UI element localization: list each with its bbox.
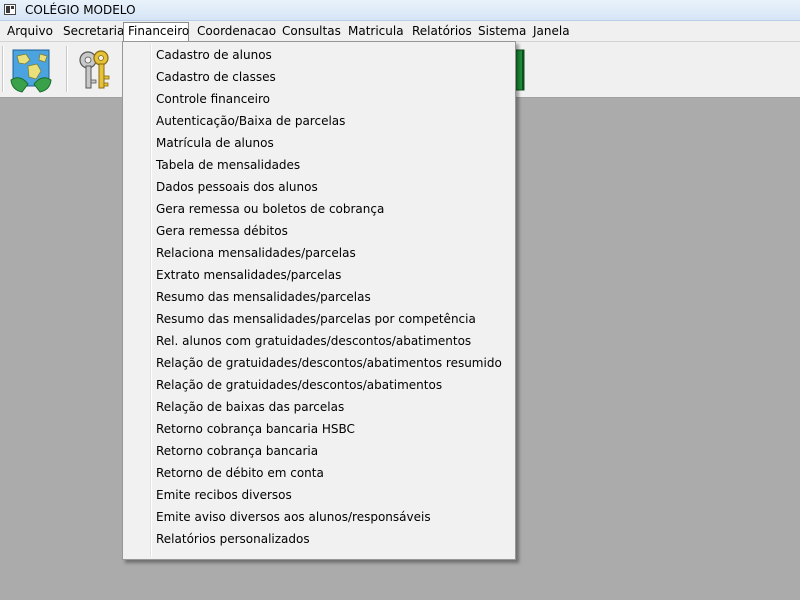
world-map-button[interactable] (6, 46, 58, 94)
menu-secretaria[interactable]: Secretaria (59, 22, 128, 41)
menu-option-emite-recibos[interactable]: Emite recibos diversos (125, 484, 513, 506)
menu-option-gera-remessa-boletos[interactable]: Gera remessa ou boletos de cobrança (125, 198, 513, 220)
menu-coordenacao[interactable]: Coordenacao (193, 22, 280, 41)
menu-option-relacao-gratuidades[interactable]: Relação de gratuidades/descontos/abatime… (125, 374, 513, 396)
menu-matricula[interactable]: Matricula (344, 22, 408, 41)
keys-icon (79, 50, 110, 89)
menu-option-matricula-alunos[interactable]: Matrícula de alunos (125, 132, 513, 154)
menu-option-controle-financeiro[interactable]: Controle financeiro (125, 88, 513, 110)
menu-option-retorno-hsbc[interactable]: Retorno cobrança bancaria HSBC (125, 418, 513, 440)
menu-option-extrato-mensalidades[interactable]: Extrato mensalidades/parcelas (125, 264, 513, 286)
menu-relatorios[interactable]: Relatórios (408, 22, 476, 41)
menu-option-relaciona-mensalidades[interactable]: Relaciona mensalidades/parcelas (125, 242, 513, 264)
menu-option-relacao-baixas[interactable]: Relação de baixas das parcelas (125, 396, 513, 418)
menu-option-dados-pessoais[interactable]: Dados pessoais dos alunos (125, 176, 513, 198)
menu-option-resumo-competencia[interactable]: Resumo das mensalidades/parcelas por com… (125, 308, 513, 330)
menu-janela[interactable]: Janela (529, 22, 574, 41)
menu-option-retorno-debito[interactable]: Retorno de débito em conta (125, 462, 513, 484)
menu-option-gera-remessa-debitos[interactable]: Gera remessa débitos (125, 220, 513, 242)
menu-option-rel-alunos-gratuidades[interactable]: Rel. alunos com gratuidades/descontos/ab… (125, 330, 513, 352)
menu-arquivo[interactable]: Arquivo (3, 22, 57, 41)
toolbar-separator (2, 46, 4, 92)
menu-option-relacao-gratuidades-resumido[interactable]: Relação de gratuidades/descontos/abatime… (125, 352, 513, 374)
menu-option-tabela-mensalidades[interactable]: Tabela de mensalidades (125, 154, 513, 176)
menu-option-resumo-mensalidades[interactable]: Resumo das mensalidades/parcelas (125, 286, 513, 308)
app-window: COLÉGIO MODELO Arquivo Secretaria Financ… (0, 0, 800, 600)
menu-bar: Arquivo Secretaria Financeiro Coordenaca… (0, 21, 800, 42)
menu-consultas[interactable]: Consultas (278, 22, 345, 41)
menu-option-cadastro-alunos[interactable]: Cadastro de alunos (125, 44, 513, 66)
menu-option-emite-aviso[interactable]: Emite aviso diversos aos alunos/responsá… (125, 506, 513, 528)
menu-financeiro[interactable]: Financeiro (123, 22, 189, 41)
keys-button[interactable] (72, 46, 124, 94)
menu-option-cadastro-classes[interactable]: Cadastro de classes (125, 66, 513, 88)
world-map-icon (10, 49, 52, 93)
menu-option-autenticacao-baixa[interactable]: Autenticação/Baixa de parcelas (125, 110, 513, 132)
app-icon[interactable] (4, 4, 16, 15)
window-title: COLÉGIO MODELO (25, 3, 136, 17)
menu-sistema[interactable]: Sistema (474, 22, 530, 41)
title-bar[interactable]: COLÉGIO MODELO (0, 0, 800, 21)
menu-option-relatorios-personalizados[interactable]: Relatórios personalizados (125, 528, 513, 550)
toolbar-separator (66, 46, 68, 92)
menu-option-retorno-cobranca[interactable]: Retorno cobrança bancaria (125, 440, 513, 462)
financeiro-dropdown-menu: Cadastro de alunos Cadastro de classes C… (122, 41, 516, 560)
